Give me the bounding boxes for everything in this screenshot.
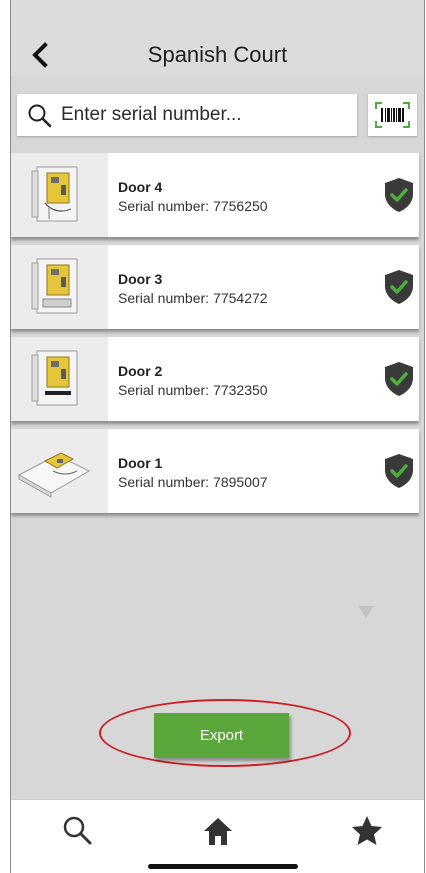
device-item-door-3[interactable]: Door 3 Serial number: 7754272 [11,245,419,329]
controller-box-image [31,258,78,314]
barcode-scan-button[interactable] [368,94,417,136]
serial-label: Serial number: [118,290,210,306]
verified-shield-icon [385,270,413,304]
open-controller-box-image [17,452,91,498]
bottom-tab-bar [11,799,424,873]
search-row [11,82,424,142]
serial-label: Serial number: [118,198,210,214]
serial-label: Serial number: [118,382,210,398]
star-icon[interactable] [350,814,384,848]
device-thumbnail [11,337,108,421]
barcode-icon [375,102,410,128]
verified-shield-icon [385,178,413,212]
device-name: Door 2 [118,363,163,379]
device-item-door-2[interactable]: Door 2 Serial number: 7732350 [11,337,419,421]
phone-screen: Spanish Court Enter serial number... Doo… [10,0,425,873]
device-thumbnail [11,429,108,513]
device-serial: Serial number: 7756250 [118,198,268,214]
serial-value: 7732350 [213,382,268,398]
serial-value: 7895007 [213,474,268,490]
device-serial: Serial number: 7732350 [118,382,268,398]
serial-value: 7754272 [213,290,268,306]
verified-shield-icon [385,362,413,396]
dropdown-triangle-icon [358,606,374,618]
serial-value: 7756250 [213,198,268,214]
controller-box-image [31,166,78,222]
home-icon[interactable] [201,814,235,848]
search-icon[interactable] [61,814,95,848]
device-name: Door 3 [118,271,163,287]
serial-search-input[interactable] [61,102,341,128]
device-thumbnail [11,245,108,329]
device-serial: Serial number: 7895007 [118,474,268,490]
page-title: Spanish Court [147,42,288,67]
search-box[interactable] [17,94,357,136]
home-indicator [148,864,298,869]
device-name: Door 4 [118,179,163,195]
device-serial: Serial number: 7754272 [118,290,268,306]
device-name: Door 1 [118,455,163,471]
device-list: Door 4 Serial number: 7756250 Door 3 Seri… [11,153,424,521]
controller-box-image [31,350,78,406]
device-item-door-4[interactable]: Door 4 Serial number: 7756250 [11,153,419,237]
device-thumbnail [11,153,108,237]
search-icon [28,104,52,128]
export-button[interactable]: Export [154,713,289,758]
header-bar: Spanish Court [11,0,424,76]
device-item-door-1[interactable]: Door 1 Serial number: 7895007 [11,429,419,513]
verified-shield-icon [385,454,413,488]
serial-label: Serial number: [118,474,210,490]
